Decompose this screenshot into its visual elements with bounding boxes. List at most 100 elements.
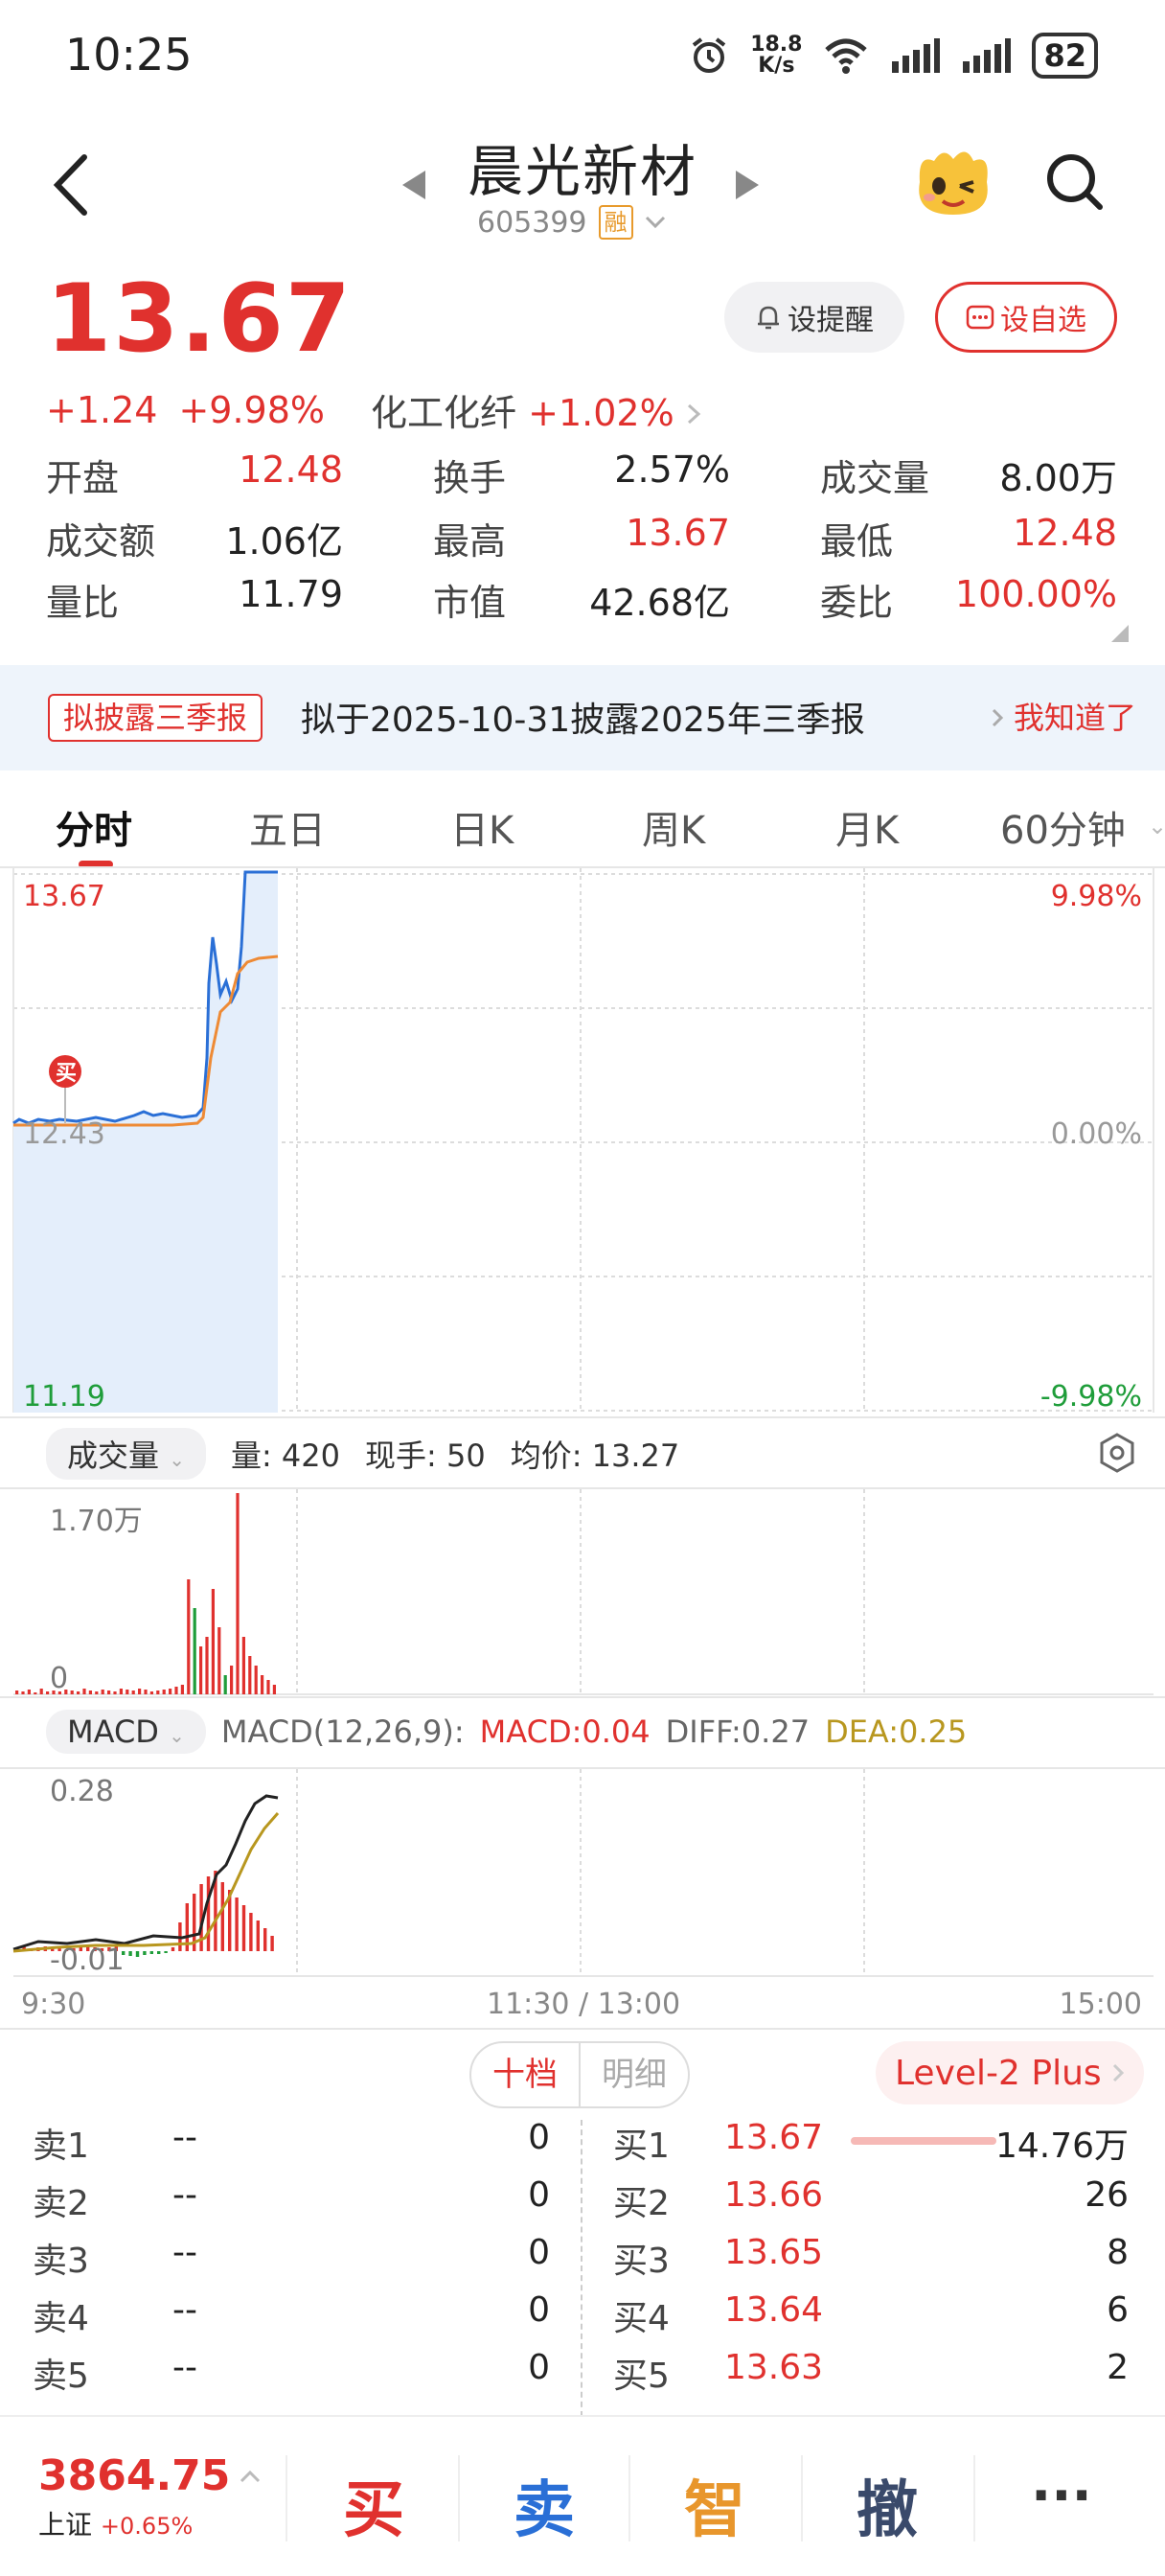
volume-bar (34, 1692, 37, 1694)
divider (0, 1696, 1165, 1698)
stat-value: 8.00万 (999, 457, 1117, 499)
sector-link[interactable]: 化工化纤 +1.02% (371, 383, 701, 436)
intraday-chart[interactable] (0, 868, 1165, 1418)
bid-label: 买2 (613, 2184, 670, 2223)
chevron-right-icon (992, 708, 1003, 727)
bid-volume: 8 (1107, 2233, 1129, 2272)
macd-bar (263, 1928, 267, 1951)
set-alert-label: 设提醒 (788, 304, 874, 337)
status-time: 10:25 (65, 29, 193, 80)
volume-bar (82, 1689, 86, 1694)
tab-weekly-k[interactable]: 周K (642, 799, 705, 855)
chevron-down-icon: ⌄ (1148, 813, 1165, 840)
search-icon[interactable] (1044, 151, 1106, 213)
macd-bar (249, 1913, 253, 1951)
ask-volume: 0 (528, 2175, 550, 2215)
volume-zero-label: 0 (50, 1662, 69, 1695)
ask-label: 卖1 (33, 2127, 89, 2166)
macd-bar (270, 1936, 274, 1951)
buy-marker-label: 买 (56, 1062, 78, 1086)
volume-bar (174, 1687, 178, 1694)
ask-price: -- (172, 2290, 197, 2330)
stock-code-row[interactable]: 605399 融 (477, 205, 666, 240)
stat-label: 委比 (820, 582, 894, 624)
mascot-icon[interactable] (910, 144, 996, 220)
bid-price: 13.66 (724, 2175, 824, 2215)
bid-label: 买1 (613, 2127, 670, 2166)
volume-max-label: 1.70万 (50, 1505, 143, 1538)
chevron-right-icon (687, 403, 701, 425)
stat-label: 成交额 (46, 520, 156, 563)
sell-button[interactable]: 卖 (514, 2461, 575, 2549)
volume-bar (217, 1627, 221, 1694)
volume-bar (236, 1493, 240, 1694)
volume-bar (156, 1690, 160, 1694)
tab-60min[interactable]: 60分钟 (1000, 799, 1126, 855)
volume-bar (39, 1689, 43, 1694)
tab-five-day[interactable]: 五日 (249, 799, 326, 855)
alarm-icon (692, 37, 726, 73)
notice-dismiss[interactable]: 我知道了 (991, 694, 1136, 738)
price-change-pct: +9.98% (178, 388, 326, 431)
index-widget[interactable]: 3864.75 上证 +0.65% (38, 2451, 261, 2542)
tab-monthly-k[interactable]: 月K (835, 799, 899, 855)
index-change: +0.65% (100, 2513, 194, 2540)
macd-value: MACD:0.04 (479, 1714, 651, 1750)
smart-trade-button[interactable]: 智 (684, 2461, 745, 2549)
add-favorite-button[interactable]: 设自选 (935, 282, 1117, 353)
volume-bar (144, 1690, 148, 1694)
notice-tag: 拟披露三季报 (48, 694, 263, 742)
stat-label: 成交量 (820, 457, 930, 499)
volume-bar (254, 1666, 258, 1694)
buy-button[interactable]: 买 (343, 2461, 404, 2549)
macd-chart[interactable] (0, 1769, 1165, 1978)
chevron-down-icon: ⌄ (169, 1724, 185, 1747)
tab-details[interactable]: 明细 (581, 2043, 688, 2106)
index-name: 上证 (38, 2509, 93, 2541)
macd-selector[interactable]: MACD ⌄ (46, 1710, 206, 1754)
bottom-trade-bar: 3864.75 上证 +0.65% 买 卖 智 撤 ··· (0, 2415, 1165, 2576)
volume-bar (272, 1685, 276, 1694)
bell-icon (758, 306, 779, 330)
next-stock-icon[interactable] (734, 169, 761, 201)
divider (801, 2455, 803, 2542)
tab-intraday[interactable]: 分时 (56, 799, 132, 855)
set-alert-button[interactable]: 设提醒 (724, 282, 904, 353)
tab-daily-k[interactable]: 日K (450, 799, 514, 855)
index-value: 3864.75 (38, 2451, 231, 2500)
macd-bar (256, 1920, 260, 1951)
bid-label: 买4 (613, 2299, 670, 2338)
bid-price: 13.65 (724, 2233, 824, 2272)
volume-grid (296, 1489, 865, 1694)
volume-bar (21, 1691, 25, 1694)
expand-corner-icon[interactable] (1111, 625, 1129, 642)
volume-bar (199, 1646, 203, 1694)
notice-banner[interactable]: 拟披露三季报 拟于2025-10-31披露2025年三季报 我知道了 (0, 665, 1165, 770)
ask-price: -- (172, 2348, 197, 2387)
macd-top-label: 0.28 (50, 1775, 114, 1808)
bid-volume: 14.76万 (994, 2127, 1129, 2166)
divider (0, 2028, 1165, 2030)
settings-hex-icon[interactable] (1098, 1432, 1136, 1474)
tab-ten-levels[interactable]: 十档 (471, 2043, 581, 2106)
current-hand: 现手: 50 (365, 1438, 486, 1474)
ask-label: 卖4 (33, 2299, 89, 2338)
macd-panel-header: MACD ⌄ MACD(12,26,9): MACD:0.04 DIFF:0.2… (46, 1710, 967, 1754)
volume-bar (230, 1666, 234, 1694)
volume-panel-header: 成交量 ⌄ 量: 420 现手: 50 均价: 13.27 (46, 1428, 679, 1480)
ask-volume: 0 (528, 2348, 550, 2387)
volume-bar (126, 1690, 129, 1694)
ask-label: 卖2 (33, 2184, 89, 2223)
macd-bar (241, 1905, 246, 1951)
level2-label: Level-2 Plus (895, 2053, 1102, 2093)
volume-bar (70, 1690, 74, 1694)
bid-volume: 26 (1085, 2175, 1129, 2215)
stat-value: 2.57% (614, 448, 730, 491)
volume-chart[interactable] (0, 1489, 1165, 1696)
stat-label: 换手 (433, 457, 507, 499)
volume-selector[interactable]: 成交量 ⌄ (46, 1428, 206, 1480)
level2-button[interactable]: Level-2 Plus (876, 2041, 1144, 2104)
more-icon[interactable]: ··· (1031, 2465, 1092, 2527)
cancel-order-button[interactable]: 撤 (857, 2461, 918, 2549)
change-row: +1.24 +9.98% 化工化纤 +1.02% (46, 383, 701, 436)
